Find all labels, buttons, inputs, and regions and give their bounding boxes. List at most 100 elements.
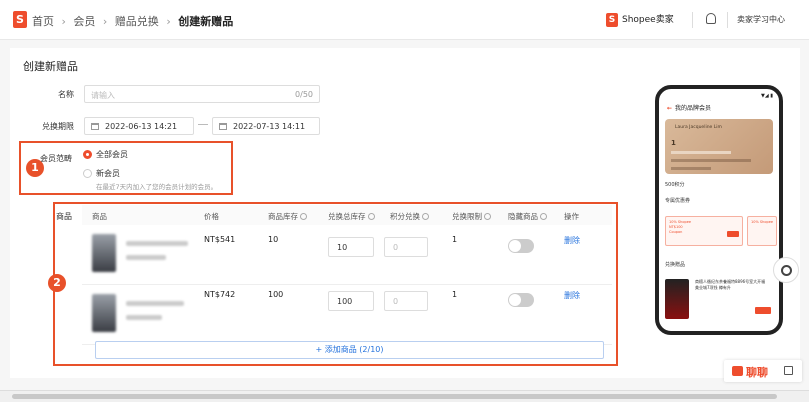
col-hidden: 隐藏商品 <box>508 211 547 222</box>
breadcrumb: 首页 › 会员 › 赠品兑换 › 创建新赠品 <box>32 13 237 29</box>
back-arrow-icon: ← <box>667 105 673 112</box>
table-row: NT$742 100 100 0 1 删除 <box>82 285 612 345</box>
breadcrumb-separator: › <box>61 15 66 28</box>
breadcrumb-separator: › <box>166 15 171 28</box>
coupon-redeem-button <box>727 231 739 237</box>
col-stock-label: 商品库存 <box>268 212 298 221</box>
limit-value: 1 <box>452 290 458 299</box>
product-table: 商品 价格 商品库存 兑换总库存 积分兑换 兑换限制 隐藏商品 操作 NT$54… <box>82 205 612 363</box>
shopee-logo-icon[interactable]: S <box>13 11 27 28</box>
coupon-text: 10% Shopee <box>751 220 774 224</box>
end-date-picker[interactable]: 2022-07-13 14:11 <box>212 117 320 135</box>
help-icon[interactable] <box>540 213 547 220</box>
coupon-card: 10% Shopee <box>747 216 777 246</box>
col-limit-label: 兑换限制 <box>452 212 482 221</box>
bell-icon[interactable] <box>706 13 716 24</box>
annotation-badge-2: 2 <box>48 274 66 292</box>
total-stock-value: 10 <box>337 243 348 252</box>
points-placeholder: 0 <box>393 243 399 252</box>
expand-icon[interactable] <box>784 366 793 375</box>
member-name: Laura Jacqueline Lim <box>675 125 722 130</box>
seller-label: Shopee卖家 <box>622 15 674 25</box>
page-title: 创建新赠品 <box>23 60 78 73</box>
period-label: 兑换期限 <box>42 122 74 131</box>
phone-preview: ▼◢ ▮ ← 我的品牌会员 Laura Jacqueline Lim 1 500积… <box>655 85 783 335</box>
hide-product-toggle[interactable] <box>508 239 534 253</box>
delete-link[interactable]: 删除 <box>564 235 580 246</box>
phone-status-bar: ▼◢ ▮ <box>760 93 773 99</box>
scrollbar-thumb[interactable] <box>12 394 777 399</box>
product-thumbnail <box>92 294 116 332</box>
option-new-members-label[interactable]: 新会员 <box>96 168 120 179</box>
floating-support-button[interactable] <box>773 257 799 283</box>
scope-label: 会员范畴 <box>40 154 72 163</box>
divider <box>692 12 693 28</box>
total-stock-value: 100 <box>337 297 353 306</box>
shopee-seller-icon: S <box>606 12 618 27</box>
product-name-blurred <box>126 241 188 246</box>
delete-link[interactable]: 删除 <box>564 290 580 301</box>
gifts-section-title: 兑换赠品 <box>665 262 686 268</box>
date-range-dash <box>198 124 208 125</box>
radio-all-members[interactable] <box>83 150 92 159</box>
learning-center-link[interactable]: 卖家学习中心 <box>737 14 785 25</box>
member-card: Laura Jacqueline Lim 1 <box>665 119 773 174</box>
add-product-button[interactable]: + 添加商品 (2/10) <box>95 341 604 359</box>
col-points: 积分兑换 <box>390 211 429 222</box>
points-balance: 500积分 <box>665 182 685 188</box>
col-total-stock: 兑换总库存 <box>328 211 375 222</box>
limit-value: 1 <box>452 235 458 244</box>
name-char-counter: 0/50 <box>295 90 313 99</box>
stock-value: 100 <box>268 290 284 299</box>
points-input[interactable]: 0 <box>384 291 428 311</box>
calendar-icon <box>219 123 227 130</box>
help-icon[interactable] <box>484 213 491 220</box>
chat-widget[interactable]: 聊聊 <box>724 360 802 382</box>
stock-value: 10 <box>268 235 279 244</box>
total-stock-input[interactable]: 100 <box>328 291 374 311</box>
support-icon <box>781 265 792 276</box>
horizontal-scrollbar[interactable] <box>0 390 809 402</box>
name-label: 名称 <box>58 90 74 99</box>
table-row: NT$541 10 10 0 1 删除 <box>82 225 612 285</box>
product-name-blurred <box>126 301 184 306</box>
name-input[interactable]: 请输入 0/50 <box>84 85 320 103</box>
radio-new-members[interactable] <box>83 169 92 178</box>
toggle-knob <box>509 240 521 252</box>
breadcrumb-home[interactable]: 首页 <box>32 15 54 28</box>
products-label: 商品 <box>56 212 72 221</box>
breadcrumb-members[interactable]: 会员 <box>73 15 95 28</box>
col-limit: 兑换限制 <box>452 211 491 222</box>
card-text-line <box>671 167 711 170</box>
help-icon[interactable] <box>300 213 307 220</box>
option-all-members-label[interactable]: 全部会员 <box>96 149 128 160</box>
gift-redeem-button <box>755 307 771 314</box>
col-points-label: 积分兑换 <box>390 212 420 221</box>
coupon-text: 10% Shopee NT$100 Coupon <box>669 220 692 234</box>
price-value: NT$541 <box>204 235 236 244</box>
toggle-knob <box>509 294 521 306</box>
product-thumbnail <box>92 234 116 272</box>
start-date-picker[interactable]: 2022-06-13 14:21 <box>84 117 194 135</box>
total-stock-input[interactable]: 10 <box>328 237 374 257</box>
table-header: 商品 价格 商品库存 兑换总库存 积分兑换 兑换限制 隐藏商品 操作 <box>82 205 612 225</box>
breadcrumb-current: 创建新赠品 <box>178 15 234 28</box>
product-variant-blurred <box>126 315 162 320</box>
preview-header: ← 我的品牌会员 <box>667 103 711 112</box>
coupons-section-title: 专属优惠券 <box>665 198 691 204</box>
breadcrumb-gift-redemption[interactable]: 赠品兑换 <box>115 15 159 28</box>
col-hidden-label: 隐藏商品 <box>508 212 538 221</box>
help-icon[interactable] <box>422 213 429 220</box>
hide-product-toggle[interactable] <box>508 293 534 307</box>
col-total-stock-label: 兑换总库存 <box>328 212 366 221</box>
new-members-hint: 在最近7天内加入了您的会员计划的会员。 <box>96 183 218 191</box>
card-text-line <box>671 159 751 162</box>
tier-progress-bar <box>671 151 731 154</box>
name-placeholder: 请输入 <box>91 91 115 100</box>
points-input[interactable]: 0 <box>384 237 428 257</box>
seller-center-link[interactable]: S Shopee卖家 <box>606 12 674 27</box>
help-icon[interactable] <box>367 213 375 220</box>
preview-title: 我的品牌会员 <box>675 105 712 112</box>
divider <box>727 12 728 28</box>
product-variant-blurred <box>126 255 166 260</box>
